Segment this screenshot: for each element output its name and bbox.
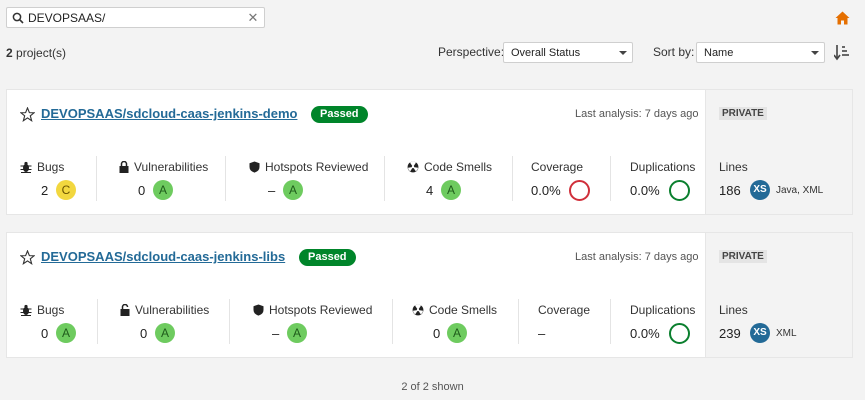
search-box[interactable]: ✕ xyxy=(6,7,265,28)
divider xyxy=(610,156,611,201)
duplications-value[interactable]: 0.0% xyxy=(630,183,660,198)
size-badge: XS xyxy=(750,323,770,343)
hotspots-label: Hotspots Reviewed xyxy=(249,160,368,174)
coverage-value[interactable]: 0.0% xyxy=(531,183,561,198)
lines-value: 186 xyxy=(719,183,741,198)
lock-icon xyxy=(120,303,130,316)
hotspots-value: – xyxy=(272,326,280,341)
bugs-value[interactable]: 2 xyxy=(41,183,48,198)
lines-label: Lines xyxy=(719,160,748,174)
coverage-label: Coverage xyxy=(538,303,591,317)
divider xyxy=(518,299,519,344)
sort-value: Name xyxy=(704,47,734,59)
vulnerabilities-rating[interactable]: A xyxy=(155,323,175,343)
project-count: 2 project(s) xyxy=(6,46,67,60)
divider xyxy=(610,299,611,344)
vulnerabilities-label: Vulnerabilities xyxy=(120,303,209,317)
coverage-value: – xyxy=(538,326,546,341)
lines-label: Lines xyxy=(719,303,748,317)
duplications-circle-icon[interactable] xyxy=(669,180,690,201)
divider xyxy=(229,299,230,344)
project-name-link[interactable]: DEVOPSAAS/sdcloud-caas-jenkins-libs xyxy=(41,249,285,264)
coverage-label: Coverage xyxy=(531,160,584,174)
bugs-label: Bugs xyxy=(20,303,64,317)
shown-count: 2 of 2 shown xyxy=(401,381,464,393)
divider xyxy=(392,299,393,344)
controls-bar: 2 project(s) Perspective: Overall Status… xyxy=(0,36,865,72)
favorite-star-icon[interactable] xyxy=(20,107,35,122)
code-smells-label: Code Smells xyxy=(412,303,497,317)
perspective-select[interactable]: Overall Status xyxy=(503,42,633,63)
sort-label: Sort by: xyxy=(653,45,695,59)
coverage-circle-icon[interactable] xyxy=(569,180,590,201)
last-analysis: Last analysis: 7 days ago xyxy=(575,108,699,120)
vulnerabilities-rating[interactable]: A xyxy=(153,180,173,200)
divider xyxy=(97,299,98,344)
radiation-icon xyxy=(412,304,424,316)
sort-select[interactable]: Name xyxy=(696,42,825,63)
vulnerabilities-value[interactable]: 0 xyxy=(140,326,147,341)
hotspots-rating[interactable]: A xyxy=(283,180,303,200)
hotspots-label: Hotspots Reviewed xyxy=(253,303,372,317)
chevron-down-icon xyxy=(811,51,819,55)
languages: Java, XML xyxy=(776,185,824,196)
duplications-circle-icon[interactable] xyxy=(669,323,690,344)
search-input[interactable] xyxy=(28,9,248,26)
vulnerabilities-value[interactable]: 0 xyxy=(138,183,145,198)
bug-icon xyxy=(20,161,32,173)
code-smells-value[interactable]: 4 xyxy=(426,183,433,198)
visibility-badge: PRIVATE xyxy=(719,250,767,263)
vulnerabilities-label: Vulnerabilities xyxy=(119,160,208,174)
perspective-value: Overall Status xyxy=(511,47,581,59)
divider xyxy=(96,156,97,201)
divider xyxy=(512,156,513,201)
lines-value: 239 xyxy=(719,326,741,341)
search-icon xyxy=(12,12,24,24)
shield-icon xyxy=(249,161,260,173)
sort-direction-icon[interactable] xyxy=(834,43,850,61)
chevron-down-icon xyxy=(619,51,627,55)
hotspots-value: – xyxy=(268,183,276,198)
quality-gate-badge: Passed xyxy=(311,106,368,123)
lock-icon xyxy=(119,160,129,173)
code-smells-value[interactable]: 0 xyxy=(433,326,440,341)
bugs-rating[interactable]: A xyxy=(56,323,76,343)
code-smells-rating[interactable]: A xyxy=(441,180,461,200)
project-name-link[interactable]: DEVOPSAAS/sdcloud-caas-jenkins-demo xyxy=(41,106,297,121)
project-card: DEVOPSAAS/sdcloud-caas-jenkins-demo Pass… xyxy=(6,89,853,215)
top-bar: ✕ xyxy=(0,0,865,36)
duplications-label: Duplications xyxy=(630,160,696,174)
bugs-rating[interactable]: C xyxy=(56,180,76,200)
bugs-label: Bugs xyxy=(20,160,64,174)
hotspots-rating[interactable]: A xyxy=(287,323,307,343)
bugs-value[interactable]: 0 xyxy=(41,326,48,341)
code-smells-label: Code Smells xyxy=(407,160,492,174)
divider xyxy=(225,156,226,201)
clear-search-icon[interactable]: ✕ xyxy=(246,10,260,25)
perspective-label: Perspective: xyxy=(438,45,505,59)
shield-icon xyxy=(253,304,264,316)
duplications-label: Duplications xyxy=(630,303,696,317)
divider xyxy=(384,156,385,201)
languages: XML xyxy=(776,328,797,339)
code-smells-rating[interactable]: A xyxy=(447,323,467,343)
quality-gate-badge: Passed xyxy=(299,249,356,266)
duplications-value[interactable]: 0.0% xyxy=(630,326,660,341)
favorite-star-icon[interactable] xyxy=(20,250,35,265)
size-badge: XS xyxy=(750,180,770,200)
home-icon[interactable] xyxy=(835,11,850,25)
radiation-icon xyxy=(407,161,419,173)
visibility-badge: PRIVATE xyxy=(719,107,767,120)
bug-icon xyxy=(20,304,32,316)
project-card: DEVOPSAAS/sdcloud-caas-jenkins-libs Pass… xyxy=(6,232,853,358)
last-analysis: Last analysis: 7 days ago xyxy=(575,251,699,263)
